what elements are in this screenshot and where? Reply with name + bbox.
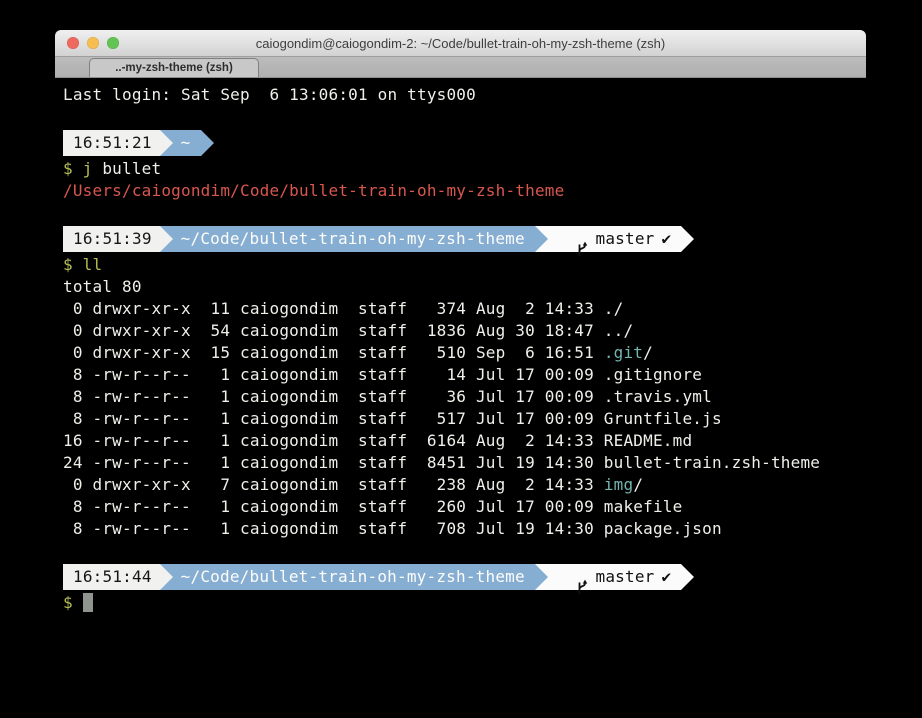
prompt-path-segment: ~: [173, 130, 201, 156]
terminal-text-segment: bullet: [93, 159, 162, 178]
prompt-git-segment: master ✔: [548, 564, 682, 590]
traffic-lights: [67, 30, 119, 56]
powerline-arrow-icon: [160, 226, 173, 252]
terminal-text-segment: 8 -rw-r--r-- 1 caiogondim staff 14 Jul 1…: [63, 365, 702, 384]
terminal-blank-line: [63, 540, 866, 554]
terminal-text-segment: $ ll: [63, 255, 102, 274]
git-branch-icon: [556, 213, 589, 265]
terminal-line: 0 drwxr-xr-x 54 caiogondim staff 1836 Au…: [63, 320, 866, 342]
terminal-text-segment: 0 drwxr-xr-x 15 caiogondim staff 510 Sep…: [63, 343, 604, 362]
tab-zsh-session[interactable]: ..-my-zsh-theme (zsh): [89, 58, 259, 77]
git-clean-check-icon: ✔: [662, 226, 672, 252]
terminal-line: 8 -rw-r--r-- 1 caiogondim staff 708 Jul …: [63, 518, 866, 540]
prompt-path-segment: ~/Code/bullet-train-oh-my-zsh-theme: [173, 226, 535, 252]
prompt-time-segment: 16:51:44: [63, 564, 160, 590]
terminal-line: 24 -rw-r--r-- 1 caiogondim staff 8451 Ju…: [63, 452, 866, 474]
terminal-text-segment: total 80: [63, 277, 142, 296]
terminal-text-segment: 8 -rw-r--r-- 1 caiogondim staff 36 Jul 1…: [63, 387, 712, 406]
terminal-blank-line: [63, 106, 866, 120]
prompt-path-segment: ~/Code/bullet-train-oh-my-zsh-theme: [173, 564, 535, 590]
git-branch-name: master: [596, 564, 655, 590]
powerline-arrow-icon: [535, 226, 548, 252]
git-clean-check-icon: ✔: [662, 564, 672, 590]
terminal-line: 0 drwxr-xr-x 15 caiogondim staff 510 Sep…: [63, 342, 866, 364]
terminal-text-segment: $: [63, 593, 83, 612]
terminal-window: caiogondim@caiogondim-2: ~/Code/bullet-t…: [55, 30, 866, 718]
terminal-text-segment: /Users/caiogondim/Code/bullet-train-oh-m…: [63, 181, 564, 200]
git-branch-name: master: [596, 226, 655, 252]
terminal-line: 16 -rw-r--r-- 1 caiogondim staff 6164 Au…: [63, 430, 866, 452]
terminal-text-segment: 8 -rw-r--r-- 1 caiogondim staff 517 Jul …: [63, 409, 722, 428]
terminal-line: $ ll: [63, 254, 866, 276]
terminal-text-segment: img: [604, 475, 634, 494]
powerline-arrow-icon: [681, 564, 694, 590]
terminal-text-segment: Last login: Sat Sep 6 13:06:01 on ttys00…: [63, 85, 476, 104]
terminal-text-segment: /: [633, 475, 643, 494]
powerline-arrow-icon: [160, 564, 173, 590]
terminal-text-segment: $ j: [63, 159, 93, 178]
terminal-text-segment: 8 -rw-r--r-- 1 caiogondim staff 260 Jul …: [63, 497, 682, 516]
terminal-line: 8 -rw-r--r-- 1 caiogondim staff 517 Jul …: [63, 408, 866, 430]
block-cursor: [83, 593, 93, 612]
prompt-bar: 16:51:44 ~/Code/bullet-train-oh-my-zsh-th…: [63, 564, 866, 590]
powerline-arrow-icon: [681, 226, 694, 252]
powerline-arrow-icon: [535, 564, 548, 590]
zoom-button[interactable]: [107, 37, 119, 49]
terminal-blank-line: [63, 202, 866, 216]
prompt-time-segment: 16:51:21: [63, 130, 160, 156]
terminal-line: 0 drwxr-xr-x 11 caiogondim staff 374 Aug…: [63, 298, 866, 320]
powerline-arrow-icon: [201, 130, 214, 156]
terminal-text-segment: 16 -rw-r--r-- 1 caiogondim staff 6164 Au…: [63, 431, 692, 450]
terminal-line: 8 -rw-r--r-- 1 caiogondim staff 260 Jul …: [63, 496, 866, 518]
git-branch-icon: [556, 551, 589, 603]
prompt-time-segment: 16:51:39: [63, 226, 160, 252]
terminal-text-segment: 0 drwxr-xr-x 54 caiogondim staff 1836 Au…: [63, 321, 633, 340]
close-button[interactable]: [67, 37, 79, 49]
terminal-line: /Users/caiogondim/Code/bullet-train-oh-m…: [63, 180, 866, 202]
terminal-text-segment: 0 drwxr-xr-x 11 caiogondim staff 374 Aug…: [63, 299, 623, 318]
terminal-line: $ j bullet: [63, 158, 866, 180]
window-title: caiogondim@caiogondim-2: ~/Code/bullet-t…: [256, 36, 666, 51]
window-titlebar[interactable]: caiogondim@caiogondim-2: ~/Code/bullet-t…: [55, 30, 866, 57]
terminal-text-segment: 0 drwxr-xr-x 7 caiogondim staff 238 Aug …: [63, 475, 604, 494]
terminal-line: 8 -rw-r--r-- 1 caiogondim staff 36 Jul 1…: [63, 386, 866, 408]
prompt-bar: 16:51:39 ~/Code/bullet-train-oh-my-zsh-th…: [63, 226, 866, 252]
prompt-git-segment: master ✔: [548, 226, 682, 252]
terminal-text-segment: 8 -rw-r--r-- 1 caiogondim staff 708 Jul …: [63, 519, 722, 538]
powerline-arrow-icon: [160, 130, 173, 156]
terminal-text-segment: /: [643, 343, 653, 362]
terminal-line: 0 drwxr-xr-x 7 caiogondim staff 238 Aug …: [63, 474, 866, 496]
minimize-button[interactable]: [87, 37, 99, 49]
terminal-input-line: $: [63, 592, 866, 614]
tab-bar: ..-my-zsh-theme (zsh): [55, 57, 866, 78]
terminal-line: 8 -rw-r--r-- 1 caiogondim staff 14 Jul 1…: [63, 364, 866, 386]
terminal-text-segment: .git: [604, 343, 643, 362]
terminal-text-segment: 24 -rw-r--r-- 1 caiogondim staff 8451 Ju…: [63, 453, 820, 472]
terminal-line: Last login: Sat Sep 6 13:06:01 on ttys00…: [63, 84, 866, 106]
terminal-line: total 80: [63, 276, 866, 298]
terminal-content[interactable]: Last login: Sat Sep 6 13:06:01 on ttys00…: [55, 78, 866, 718]
prompt-bar: 16:51:21 ~: [63, 130, 866, 156]
